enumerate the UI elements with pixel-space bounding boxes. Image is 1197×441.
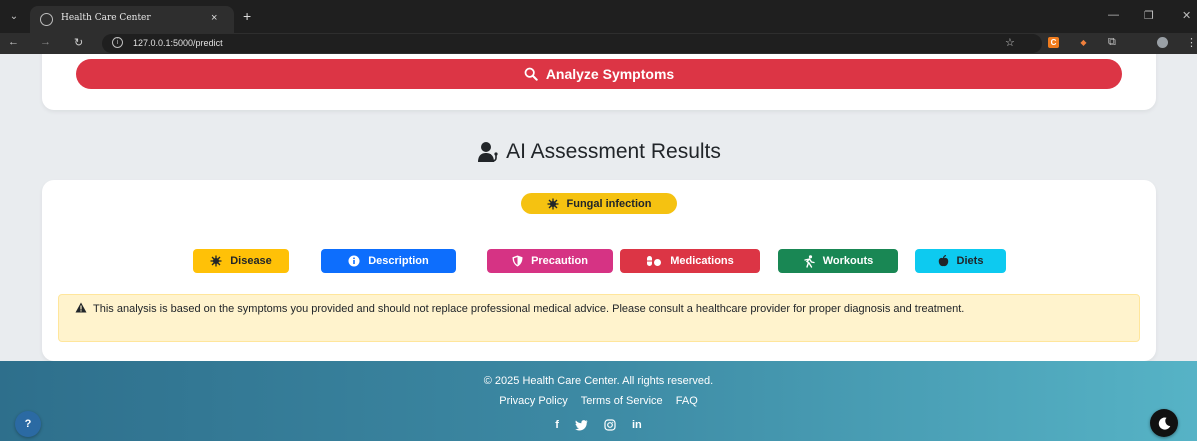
browser-menu-icon[interactable]: ⋮: [1186, 36, 1197, 49]
browser-toolbar: ← → ↻ i 127.0.0.1:5000/predict ☆ C ◆ ⧉ ⋮: [0, 33, 1197, 54]
instagram-icon[interactable]: [604, 419, 616, 431]
address-bar[interactable]: i 127.0.0.1:5000/predict: [102, 34, 1042, 53]
extensions-puzzle-icon[interactable]: ⧉: [1108, 36, 1116, 49]
symptom-form-card: Analyze Symptoms: [42, 54, 1156, 110]
browser-tab-bar: ⌄ Health Care Center × + — ❐ ✕: [0, 0, 1197, 33]
predicted-disease-text: Fungal infection: [566, 197, 652, 210]
disclaimer-alert: This analysis is based on the symptoms y…: [58, 294, 1140, 342]
privacy-policy-link[interactable]: Privacy Policy: [499, 395, 567, 407]
user-doctor-icon: [478, 142, 498, 162]
window-close-icon[interactable]: ✕: [1182, 9, 1191, 22]
running-icon: [804, 254, 815, 268]
disclaimer-text: This analysis is based on the symptoms y…: [93, 303, 965, 315]
diets-button[interactable]: Diets: [915, 249, 1006, 273]
tab-search-icon[interactable]: ⌄: [6, 9, 22, 25]
site-info-icon[interactable]: i: [112, 37, 123, 48]
workouts-button[interactable]: Workouts: [778, 249, 898, 273]
back-icon[interactable]: ←: [8, 36, 19, 48]
medications-button[interactable]: Medications: [620, 249, 760, 273]
new-tab-icon[interactable]: +: [243, 8, 251, 24]
precaution-button-label: Precaution: [531, 255, 588, 267]
extension-orange-icon[interactable]: ◆: [1078, 37, 1089, 48]
description-button[interactable]: Description: [321, 249, 456, 273]
linkedin-icon[interactable]: in: [632, 419, 642, 431]
footer-links: Privacy Policy Terms of Service FAQ: [0, 395, 1197, 407]
tab-close-icon[interactable]: ×: [211, 12, 217, 24]
virus-icon: [547, 198, 559, 209]
site-footer: © 2025 Health Care Center. All rights re…: [0, 361, 1197, 441]
facebook-icon[interactable]: f: [555, 419, 559, 431]
restore-icon[interactable]: ❐: [1144, 9, 1154, 22]
shield-icon: [512, 255, 523, 267]
social-links: f in: [0, 419, 1197, 431]
apple-icon: [938, 255, 948, 267]
info-icon: [348, 255, 360, 267]
moon-icon: [1158, 417, 1170, 430]
medications-button-label: Medications: [670, 255, 734, 267]
globe-icon: [40, 13, 53, 26]
precaution-button[interactable]: Precaution: [487, 249, 613, 273]
results-title: AI Assessment Results: [506, 140, 721, 163]
pills-icon: [647, 256, 662, 266]
predicted-disease-badge: Fungal infection: [521, 193, 677, 214]
tab-title: Health Care Center: [61, 13, 151, 23]
copyright-text: © 2025 Health Care Center. All rights re…: [483, 375, 714, 387]
workouts-button-label: Workouts: [822, 255, 874, 267]
diets-button-label: Diets: [956, 255, 984, 267]
bookmark-star-icon[interactable]: ☆: [1005, 36, 1015, 49]
help-button[interactable]: ?: [15, 411, 41, 437]
dark-mode-toggle[interactable]: [1150, 409, 1178, 437]
virus-icon: [210, 255, 222, 267]
forward-icon[interactable]: →: [40, 36, 51, 48]
disease-button-label: Disease: [230, 255, 272, 267]
browser-tab[interactable]: Health Care Center ×: [30, 6, 234, 33]
results-card: Fungal infection Disease Description Pre…: [42, 180, 1156, 361]
disease-button[interactable]: Disease: [193, 249, 289, 273]
results-heading: AI Assessment Results: [0, 140, 1197, 164]
description-button-label: Description: [368, 255, 429, 267]
minimize-icon[interactable]: —: [1108, 9, 1119, 21]
analyze-symptoms-label: Analyze Symptoms: [545, 66, 675, 82]
terms-of-service-link[interactable]: Terms of Service: [581, 395, 663, 407]
twitter-icon[interactable]: [574, 419, 588, 431]
profile-avatar-icon[interactable]: [1157, 37, 1168, 48]
search-icon: [524, 67, 538, 81]
page-content: Analyze Symptoms AI Assessment Results F…: [0, 54, 1197, 441]
warning-icon: [75, 302, 87, 313]
url-text: 127.0.0.1:5000/predict: [133, 38, 223, 48]
extension-c-icon[interactable]: C: [1048, 37, 1059, 48]
reload-icon[interactable]: ↻: [74, 36, 83, 49]
analyze-symptoms-button[interactable]: Analyze Symptoms: [76, 59, 1122, 89]
faq-link[interactable]: FAQ: [676, 395, 698, 407]
